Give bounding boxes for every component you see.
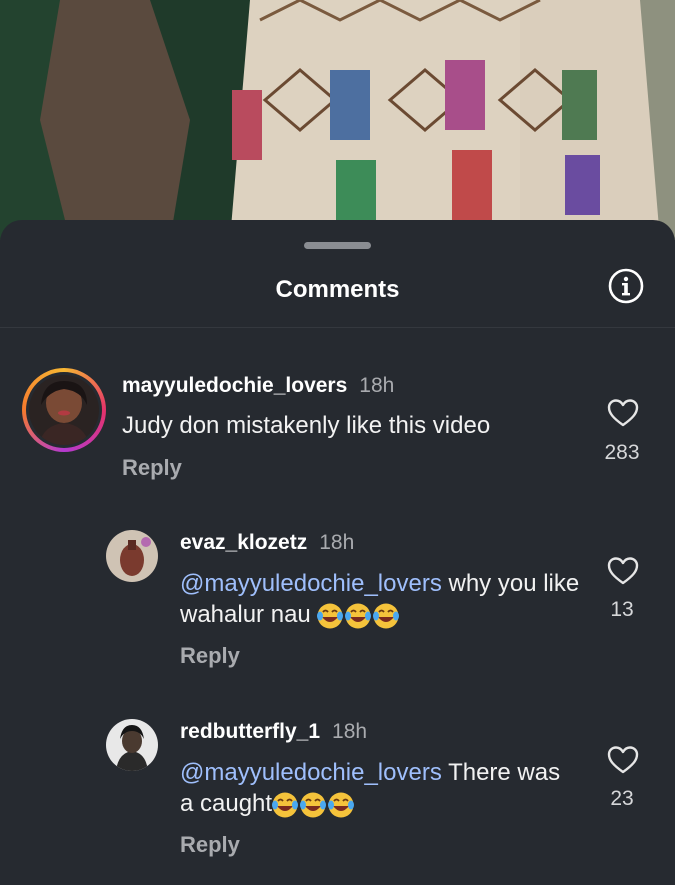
heart-icon[interactable] — [607, 745, 639, 775]
sheet-title: Comments — [275, 276, 400, 303]
drag-handle[interactable] — [304, 242, 371, 249]
like-count: 13 — [610, 598, 634, 621]
laughing-emoji-icon — [317, 601, 401, 629]
reply-button[interactable]: Reply — [122, 455, 182, 481]
comment-username[interactable]: evaz_klozetz 18h — [180, 531, 354, 555]
comment-text: @mayyuledochie_lovers There was a caught — [180, 759, 561, 818]
comment-time: 18h — [319, 531, 355, 554]
video-frame-image — [0, 0, 675, 240]
like-count: 283 — [604, 441, 640, 464]
avatar[interactable] — [106, 530, 158, 582]
laughing-emoji-icon — [272, 790, 356, 818]
reply-button[interactable]: Reply — [180, 643, 240, 669]
comment-text: @mayyuledochie_lovers why you like wahal… — [180, 570, 580, 629]
avatar[interactable] — [106, 719, 158, 771]
like-count: 23 — [610, 787, 634, 810]
info-icon[interactable] — [608, 268, 644, 304]
comment-text: Judy don mistakenly like this video — [122, 412, 491, 439]
heart-icon[interactable] — [607, 398, 639, 428]
comment-time: 18h — [359, 374, 395, 397]
comment-username[interactable]: mayyuledochie_lovers 18h — [122, 374, 394, 398]
mention-link[interactable]: @mayyuledochie_lovers — [180, 570, 442, 597]
video-background[interactable] — [0, 0, 675, 240]
divider — [0, 327, 675, 328]
heart-icon[interactable] — [607, 556, 639, 586]
avatar[interactable] — [29, 375, 99, 445]
comment-username[interactable]: redbutterfly_1 18h — [180, 720, 367, 744]
mention-link[interactable]: @mayyuledochie_lovers — [180, 759, 442, 786]
reply-button[interactable]: Reply — [180, 832, 240, 858]
comment-time: 18h — [332, 720, 368, 743]
